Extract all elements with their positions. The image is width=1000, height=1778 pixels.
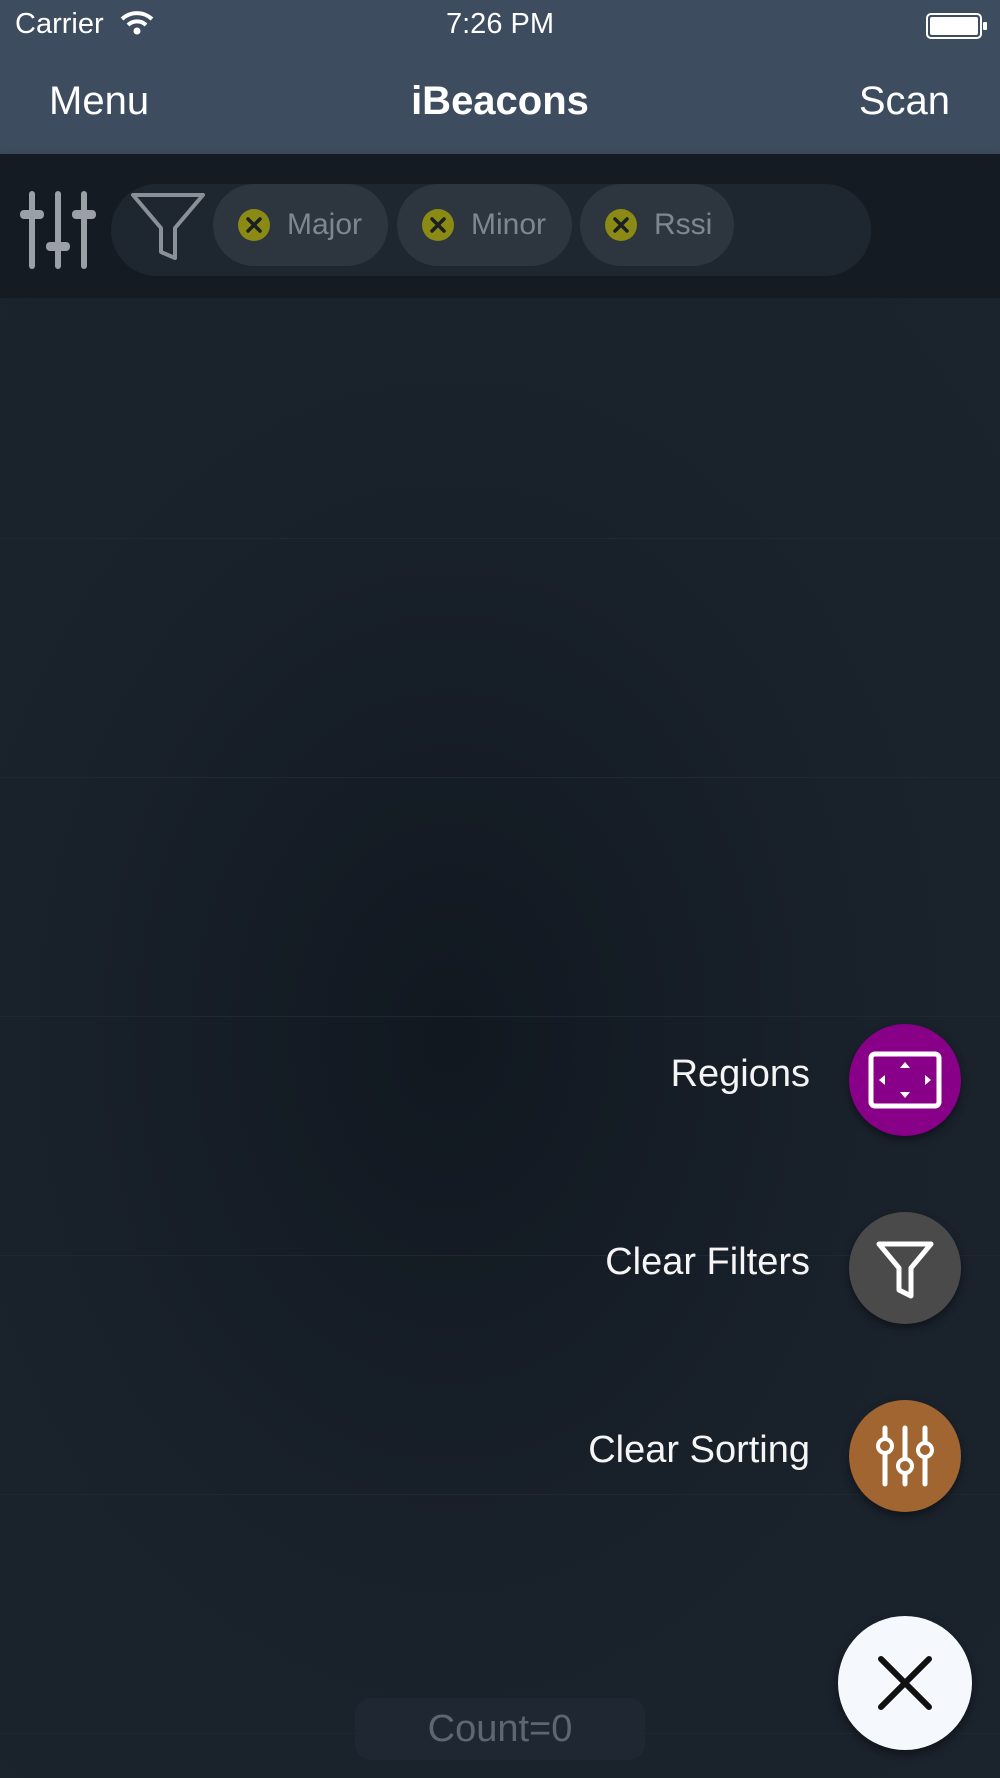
filter-chip-minor[interactable]: Minor: [397, 184, 572, 266]
filter-chip-major[interactable]: Major: [213, 184, 388, 266]
remove-x-icon[interactable]: [238, 209, 270, 241]
list-separator: [0, 538, 1000, 539]
sort-sliders-icon[interactable]: [18, 190, 98, 275]
filter-funnel-icon[interactable]: [130, 192, 206, 267]
count-badge: Count=0: [355, 1698, 645, 1760]
filter-chip-rssi[interactable]: Rssi: [580, 184, 734, 266]
battery-icon: [926, 13, 988, 44]
clear-filters-button[interactable]: [849, 1212, 961, 1324]
close-icon: [838, 1656, 972, 1754]
clear-sorting-button[interactable]: [849, 1400, 961, 1512]
regions-button[interactable]: [849, 1024, 961, 1136]
list-separator: [0, 1016, 1000, 1017]
list-separator: [0, 777, 1000, 778]
regions-label[interactable]: Regions: [671, 1053, 810, 1096]
filter-chip-label: Major: [287, 208, 363, 241]
page-title: iBeacons: [411, 79, 589, 123]
filter-chip-label: Rssi: [654, 208, 713, 241]
clear-sorting-label[interactable]: Clear Sorting: [588, 1429, 810, 1472]
status-time: 7:26 PM: [446, 8, 554, 40]
close-menu-button[interactable]: [838, 1616, 972, 1750]
filter-bar: Major Minor Rssi: [0, 154, 1000, 298]
remove-x-icon[interactable]: [422, 209, 454, 241]
filter-chip-label: Minor: [471, 208, 547, 241]
scan-button[interactable]: Scan: [859, 79, 950, 124]
clear-filters-label[interactable]: Clear Filters: [605, 1241, 810, 1284]
remove-x-icon[interactable]: [605, 209, 637, 241]
navigation-bar: Menu iBeacons Scan: [0, 52, 1000, 155]
status-bar: Carrier 7:26 PM: [0, 0, 1000, 52]
